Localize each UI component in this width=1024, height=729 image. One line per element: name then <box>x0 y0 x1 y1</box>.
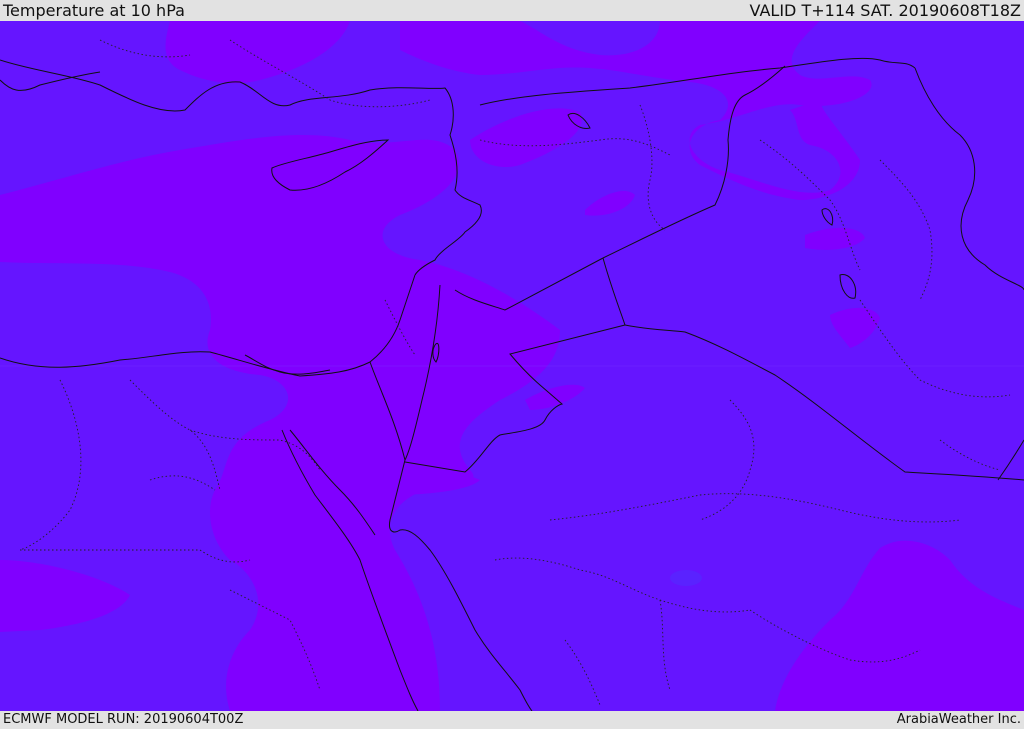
map-title: Temperature at 10 hPa <box>3 1 185 20</box>
valid-time-label: VALID T+114 SAT. 20190608T18Z <box>749 1 1021 20</box>
weather-map[interactable] <box>0 21 1024 711</box>
footer-bar: ECMWF MODEL RUN: 20190604T00Z ArabiaWeat… <box>0 711 1024 729</box>
credit-label: ArabiaWeather Inc. <box>896 712 1021 727</box>
header-bar: Temperature at 10 hPa VALID T+114 SAT. 2… <box>0 0 1024 21</box>
cool-spot-arabia <box>670 570 702 586</box>
model-run-label: ECMWF MODEL RUN: 20190604T00Z <box>3 712 244 727</box>
